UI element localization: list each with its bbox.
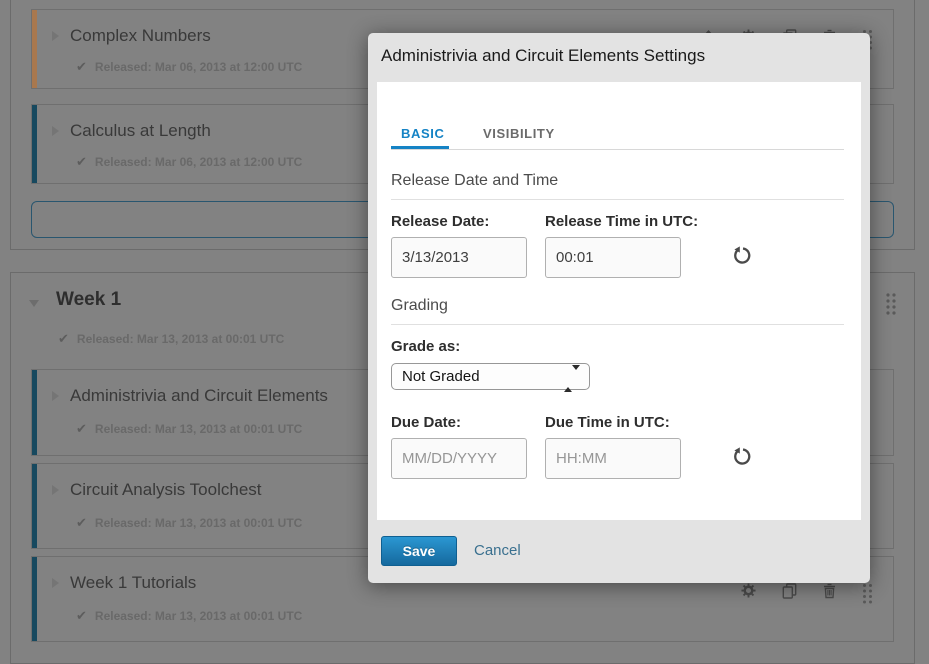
drag-handle[interactable] — [885, 292, 897, 316]
checkmark-icon: ✔ — [76, 515, 87, 530]
reset-release-icon[interactable] — [732, 246, 751, 268]
section-title: Week 1 — [56, 289, 121, 311]
divider — [391, 324, 844, 325]
release-status: ✔ Released: Mar 13, 2013 at 00:01 UTC — [76, 607, 302, 625]
grading-section-heading: Grading — [391, 297, 448, 315]
reset-due-icon[interactable] — [732, 447, 751, 469]
checkmark-icon: ✔ — [76, 154, 87, 169]
checkmark-icon: ✔ — [58, 331, 69, 346]
release-time-label: Release Time in UTC: — [545, 213, 698, 230]
grade-as-label: Grade as: — [391, 338, 460, 355]
gear-icon[interactable] — [741, 583, 756, 598]
grade-as-select[interactable]: Not Graded — [391, 363, 590, 390]
release-status: ✔ Released: Mar 13, 2013 at 00:01 UTC — [58, 330, 284, 348]
subsection-title: Week 1 Tutorials — [70, 573, 196, 593]
release-status-text: Released: Mar 06, 2013 at 12:00 UTC — [95, 155, 302, 169]
duplicate-icon[interactable] — [782, 583, 797, 599]
divider — [391, 199, 844, 200]
due-date-input[interactable] — [391, 438, 527, 479]
save-button[interactable]: Save — [381, 536, 457, 566]
release-date-input[interactable] — [391, 237, 527, 278]
modal-content-panel: BASIC VISIBILITY Release Date and Time R… — [377, 82, 861, 520]
release-date-label: Release Date: — [391, 213, 489, 230]
release-status-text: Released: Mar 06, 2013 at 12:00 UTC — [95, 60, 302, 74]
subsection-accent-bar — [32, 10, 37, 88]
release-time-input[interactable] — [545, 237, 681, 278]
tab-basic[interactable]: BASIC — [401, 126, 444, 141]
select-stepper-icon — [564, 370, 580, 388]
due-date-label: Due Date: — [391, 414, 461, 431]
checkmark-icon: ✔ — [76, 59, 87, 74]
subsection-title: Circuit Analysis Toolchest — [70, 480, 262, 500]
modal-title: Administrivia and Circuit Elements Setti… — [381, 46, 705, 66]
due-time-label: Due Time in UTC: — [545, 414, 670, 431]
subsection-title: Administrivia and Circuit Elements — [70, 386, 328, 406]
grade-as-value: Not Graded — [402, 368, 480, 385]
expand-chevron-icon[interactable] — [52, 578, 59, 588]
settings-modal: Administrivia and Circuit Elements Setti… — [368, 33, 870, 583]
subsection-accent-bar — [32, 105, 37, 183]
subsection-accent-bar — [32, 370, 37, 455]
tab-visibility[interactable]: VISIBILITY — [483, 126, 555, 141]
release-status: ✔ Released: Mar 06, 2013 at 12:00 UTC — [76, 58, 302, 76]
cancel-link[interactable]: Cancel — [474, 542, 521, 559]
release-status: ✔ Released: Mar 06, 2013 at 12:00 UTC — [76, 153, 302, 171]
release-status-text: Released: Mar 13, 2013 at 00:01 UTC — [95, 609, 302, 623]
collapse-chevron-icon[interactable] — [29, 300, 39, 307]
subsection-actions — [741, 583, 873, 604]
expand-chevron-icon[interactable] — [52, 391, 59, 401]
expand-chevron-icon[interactable] — [52, 485, 59, 495]
drag-handle[interactable] — [862, 583, 873, 604]
release-section-heading: Release Date and Time — [391, 172, 558, 190]
subsection-title: Calculus at Length — [70, 121, 211, 141]
release-status-text: Released: Mar 13, 2013 at 00:01 UTC — [95, 422, 302, 436]
checkmark-icon: ✔ — [76, 421, 87, 436]
release-status: ✔ Released: Mar 13, 2013 at 00:01 UTC — [76, 514, 302, 532]
checkmark-icon: ✔ — [76, 608, 87, 623]
delete-icon[interactable] — [823, 583, 836, 599]
tabs-divider — [391, 149, 844, 150]
release-status-text: Released: Mar 13, 2013 at 00:01 UTC — [95, 516, 302, 530]
subsection-accent-bar — [32, 557, 37, 641]
release-status-text: Released: Mar 13, 2013 at 00:01 UTC — [77, 332, 284, 346]
expand-chevron-icon[interactable] — [52, 126, 59, 136]
release-status: ✔ Released: Mar 13, 2013 at 00:01 UTC — [76, 420, 302, 438]
subsection-accent-bar — [32, 464, 37, 548]
subsection-title: Complex Numbers — [70, 26, 211, 46]
expand-chevron-icon[interactable] — [52, 31, 59, 41]
due-time-input[interactable] — [545, 438, 681, 479]
